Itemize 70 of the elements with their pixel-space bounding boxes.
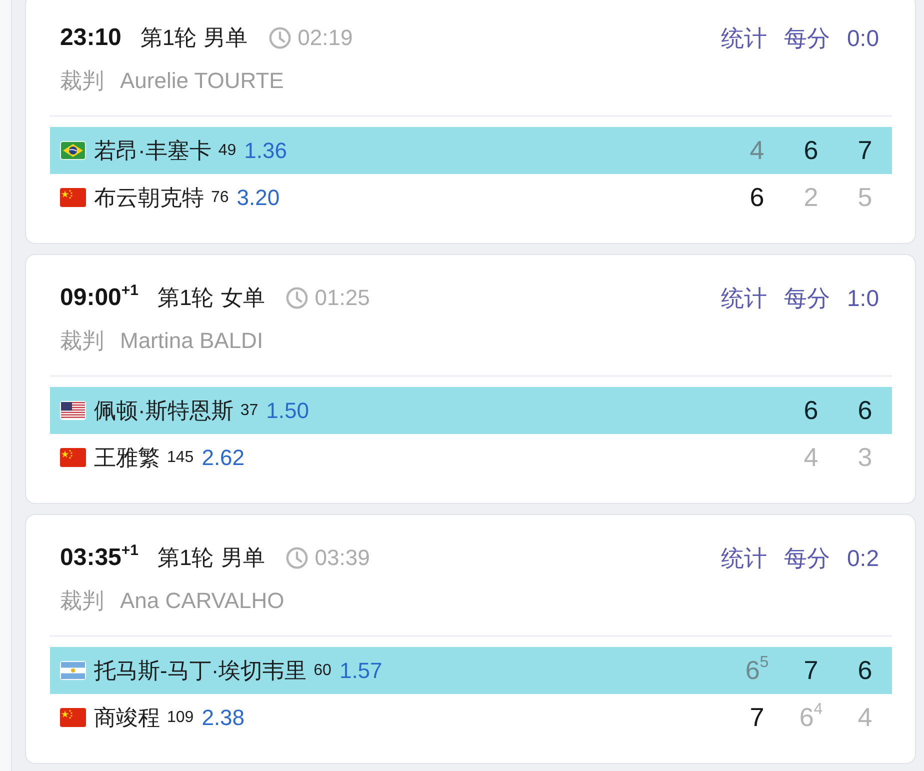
player-rank: 76: [211, 188, 229, 206]
set-score: 5: [856, 182, 874, 213]
set-score: 7: [856, 135, 874, 166]
set-score: 4: [802, 442, 820, 473]
referee-name: Martina BALDI: [120, 328, 264, 354]
round-label: 第1轮: [140, 24, 197, 52]
point-by-point-link[interactable]: 每分: [784, 282, 830, 314]
round-label: 第1轮: [158, 284, 214, 312]
player-name: 商竣程: [94, 704, 160, 732]
stats-link[interactable]: 统计: [721, 22, 768, 54]
head-to-head-link[interactable]: 0:2: [847, 544, 879, 572]
china-flag-icon: [60, 188, 86, 207]
betting-odds: 1.50: [266, 398, 309, 424]
round-label: 第1轮: [158, 544, 214, 572]
china-flag-icon: [60, 448, 86, 467]
betting-odds: 2.38: [202, 704, 245, 730]
set-score: 6: [802, 395, 820, 426]
set-score: 7: [802, 655, 820, 686]
player-rank: 145: [167, 448, 194, 466]
betting-odds: 2.62: [202, 444, 245, 470]
start-time: 23:10: [60, 24, 122, 52]
betting-odds: 3.20: [236, 184, 280, 210]
argentina-flag-icon: [60, 661, 86, 680]
match-duration: 03:39: [314, 545, 370, 571]
set-score: 4: [856, 702, 874, 733]
head-to-head-link[interactable]: 0:0: [847, 24, 879, 52]
player-name: 若昂·丰塞卡: [94, 136, 212, 164]
player-name: 托马斯-马丁·埃切韦里: [94, 656, 307, 684]
player-rank: 37: [240, 402, 258, 420]
player-rank: 49: [218, 142, 236, 160]
set-score: 6: [748, 182, 766, 213]
player-rank: 109: [167, 708, 194, 726]
event-label: 男单: [204, 24, 248, 52]
referee-label: 裁判: [60, 327, 104, 355]
set-score: 3: [856, 442, 874, 473]
event-label: 女单: [220, 284, 265, 312]
point-by-point-link[interactable]: 每分: [784, 542, 830, 574]
match-duration: 02:19: [298, 25, 353, 51]
point-by-point-link[interactable]: 每分: [784, 22, 830, 54]
stats-link[interactable]: 统计: [721, 542, 768, 574]
player-name: 佩顿·斯特恩斯: [94, 396, 234, 424]
event-label: 男单: [220, 544, 265, 572]
clock-icon: [286, 287, 308, 309]
referee-name: Aurelie TOURTE: [120, 68, 284, 94]
referee-name: Ana CARVALHO: [120, 588, 284, 614]
player-rank: 60: [314, 662, 332, 680]
start-time: 03:35$^{+1}$: [60, 544, 138, 572]
referee-label: 裁判: [60, 587, 104, 615]
betting-odds: 1.57: [339, 658, 382, 684]
player-name: 王雅繁: [94, 444, 160, 472]
clock-icon: [286, 547, 308, 569]
set-score: 6: [802, 135, 820, 166]
set-score: 6$^{4}$: [798, 702, 824, 733]
china-flag-icon: [60, 708, 86, 727]
set-score: 6$^{5}$: [744, 655, 770, 686]
player-name: 布云朝克特: [94, 184, 204, 212]
stats-link[interactable]: 统计: [721, 282, 768, 314]
head-to-head-link[interactable]: 1:0: [847, 284, 879, 312]
usa-flag-icon: [60, 401, 86, 420]
set-score: 6: [856, 395, 874, 426]
set-score: 4: [748, 135, 766, 166]
betting-odds: 1.36: [244, 138, 287, 164]
referee-label: 裁判: [60, 67, 104, 95]
set-score: 7: [748, 702, 766, 733]
match-duration: 01:25: [314, 285, 370, 311]
set-score: 2: [802, 182, 820, 213]
start-time: 09:00$^{+1}$: [60, 284, 138, 312]
set-score: 6: [856, 655, 874, 686]
brazil-flag-icon: [60, 141, 86, 160]
clock-icon: [268, 27, 291, 49]
